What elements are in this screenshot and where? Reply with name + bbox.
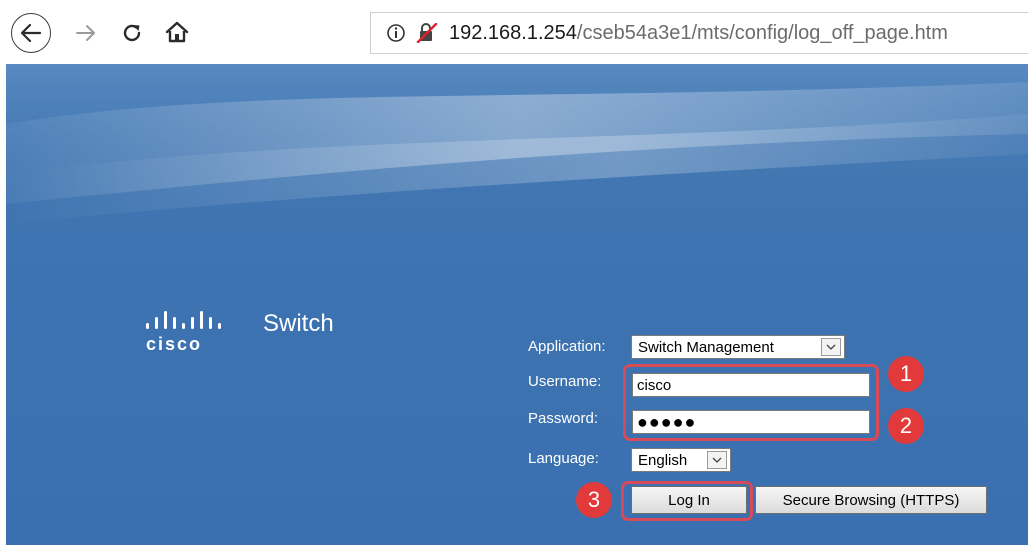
home-icon <box>165 21 189 43</box>
chevron-down-icon[interactable] <box>821 338 841 356</box>
back-arrow-icon <box>20 23 42 43</box>
password-label: Password: <box>528 410 599 427</box>
language-label: Language: <box>528 450 599 467</box>
credentials-highlight <box>623 364 879 441</box>
reload-button[interactable] <box>117 17 147 49</box>
application-select[interactable]: Switch Management <box>631 335 845 359</box>
browser-toolbar: 192.168.1.254/cseb54a3e1/mts/config/log_… <box>0 0 1028 64</box>
forward-arrow-icon <box>76 25 95 41</box>
back-button[interactable] <box>11 13 51 53</box>
application-value: Switch Management <box>638 338 774 356</box>
cisco-logo-text: cisco <box>146 334 202 354</box>
cisco-logo: cisco <box>146 311 221 354</box>
url-path: /cseb54a3e1/mts/config/log_off_page.htm <box>576 21 948 44</box>
background-wave <box>6 64 1028 224</box>
reload-icon <box>123 24 141 42</box>
address-bar[interactable]: 192.168.1.254/cseb54a3e1/mts/config/log_… <box>370 12 1028 54</box>
step-badge-3: 3 <box>576 482 612 518</box>
home-button[interactable] <box>161 16 193 48</box>
application-label: Application: <box>528 338 606 355</box>
secure-browsing-button[interactable]: Secure Browsing (HTTPS) <box>755 486 987 514</box>
login-page: cisco Switch Application: Switch Managem… <box>6 64 1028 545</box>
product-name: Switch <box>263 310 334 337</box>
url-text: 192.168.1.254/cseb54a3e1/mts/config/log_… <box>449 22 948 45</box>
login-highlight <box>621 481 753 521</box>
step-badge-1: 1 <box>888 356 924 392</box>
info-icon[interactable] <box>385 22 407 44</box>
forward-button[interactable] <box>71 17 101 49</box>
url-host: 192.168.1.254 <box>449 21 577 44</box>
insecure-lock-icon[interactable] <box>415 22 439 44</box>
step-badge-2: 2 <box>888 408 924 444</box>
language-select[interactable]: English <box>631 448 731 472</box>
username-label: Username: <box>528 373 602 390</box>
language-value: English <box>638 451 688 469</box>
chevron-down-icon[interactable] <box>707 451 727 469</box>
